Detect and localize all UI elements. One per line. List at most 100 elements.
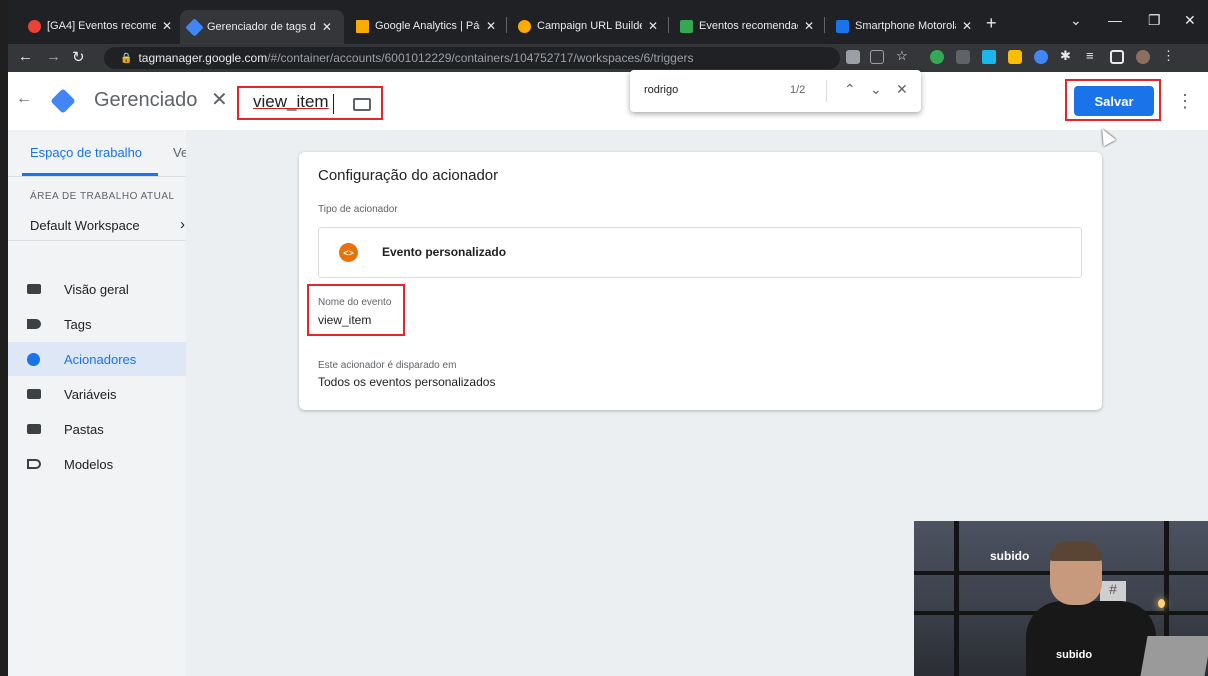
card-title: Configuração do acionador bbox=[318, 167, 499, 184]
event-name-label: Nome do evento bbox=[318, 297, 392, 308]
trigger-type-label: Tipo de acionador bbox=[318, 204, 398, 215]
reload-icon[interactable]: ↻ bbox=[72, 48, 85, 66]
sidebar-item-variables[interactable]: Variáveis bbox=[8, 377, 186, 411]
app-window: [GA4] Eventos recome ✕ Gerenciador de ta… bbox=[8, 0, 1208, 676]
presenter-hair bbox=[1050, 541, 1102, 561]
find-divider bbox=[826, 80, 827, 102]
trigger-icon bbox=[27, 352, 40, 366]
event-name-value: view_item bbox=[318, 313, 372, 327]
folder-icon[interactable] bbox=[353, 98, 371, 111]
tab-search-icon[interactable]: ⌄ bbox=[1070, 12, 1082, 29]
trigger-config-card[interactable]: Configuração do acionador Tipo de aciona… bbox=[299, 152, 1102, 410]
sidebar-item-tags[interactable]: Tags bbox=[8, 307, 186, 341]
extension-tag-icon[interactable] bbox=[956, 50, 970, 64]
sidebar-item-label: Tags bbox=[64, 316, 92, 332]
find-count: 1/2 bbox=[790, 84, 806, 96]
divider bbox=[8, 240, 186, 241]
address-bar[interactable]: 🔒 tagmanager.google.com /#/container/acc… bbox=[104, 47, 840, 69]
browser-tab[interactable]: [GA4] Eventos recome ✕ bbox=[20, 12, 180, 40]
extension-yellow-icon[interactable] bbox=[1008, 50, 1022, 64]
browser-tab-strip: [GA4] Eventos recome ✕ Gerenciador de ta… bbox=[8, 0, 1208, 44]
chevron-right-icon[interactable]: › bbox=[180, 216, 185, 233]
close-tab-icon[interactable]: ✕ bbox=[486, 19, 496, 33]
back-arrow-icon[interactable]: ← bbox=[16, 90, 32, 108]
sidebar-item-folders[interactable]: Pastas bbox=[8, 412, 186, 446]
sidebar-item-overview[interactable]: Visão geral bbox=[8, 272, 186, 306]
close-window-icon[interactable]: ✕ bbox=[1184, 12, 1196, 29]
bookmark-star-icon[interactable]: ☆ bbox=[896, 48, 910, 63]
sidebar-item-label: Variáveis bbox=[64, 386, 117, 402]
more-options-icon[interactable]: ⋮ bbox=[1176, 91, 1194, 112]
browser-tab[interactable]: Google Analytics | Pág ✕ bbox=[348, 12, 504, 40]
find-bar: rodrigo 1/2 ⌃ ⌄ ✕ bbox=[630, 70, 921, 112]
find-previous-icon[interactable]: ⌃ bbox=[844, 81, 856, 98]
browser-tab-active[interactable]: Gerenciador de tags d ✕ bbox=[180, 10, 344, 44]
custom-event-icon: <> bbox=[339, 243, 358, 262]
workspace-selector[interactable]: Default Workspace bbox=[30, 218, 140, 233]
shirt-logo: subido bbox=[1056, 649, 1093, 661]
find-close-icon[interactable]: ✕ bbox=[896, 81, 908, 98]
divider bbox=[8, 176, 186, 177]
browser-tab[interactable]: Smartphone Motorola ✕ bbox=[828, 12, 980, 40]
trigger-name-highlight: view_item bbox=[237, 86, 383, 120]
laptop bbox=[1140, 636, 1208, 676]
close-tab-icon[interactable]: ✕ bbox=[648, 19, 658, 33]
close-tab-icon[interactable]: ✕ bbox=[962, 19, 972, 33]
browser-tab[interactable]: Eventos recomendado ✕ bbox=[672, 12, 822, 40]
gtm-logo-icon bbox=[50, 88, 76, 114]
tab-title: [GA4] Eventos recome bbox=[47, 20, 156, 32]
gtm-favicon-icon bbox=[185, 17, 204, 37]
new-tab-button[interactable]: + bbox=[986, 13, 997, 34]
browser-toolbar: ← → ↻ 🔒 tagmanager.google.com /#/contain… bbox=[8, 44, 1208, 72]
browser-menu-icon[interactable]: ⋮ bbox=[1162, 48, 1176, 63]
close-tab-icon[interactable]: ✕ bbox=[804, 19, 814, 33]
close-tab-icon[interactable]: ✕ bbox=[162, 19, 172, 33]
profile-avatar[interactable] bbox=[1136, 50, 1150, 64]
browser-tab[interactable]: Campaign URL Builde ✕ bbox=[510, 12, 666, 40]
tab-title: Gerenciador de tags d bbox=[207, 21, 316, 33]
sidebar: Espaço de trabalho Ve ÁREA DE TRABALHO A… bbox=[8, 130, 188, 676]
presenter-body: subido bbox=[1026, 601, 1156, 676]
restore-icon[interactable]: ❐ bbox=[1148, 12, 1161, 29]
side-panel-icon[interactable] bbox=[1110, 50, 1124, 64]
back-arrow-icon[interactable]: ← bbox=[18, 48, 33, 65]
tab-title: Smartphone Motorola bbox=[855, 20, 956, 32]
extensions-puzzle-icon[interactable]: ✱ bbox=[1060, 48, 1074, 63]
variable-icon bbox=[27, 389, 41, 399]
folder-icon bbox=[27, 284, 41, 294]
app-header: ← Gerenciado ✕ view_item Salvar ⋮ bbox=[8, 72, 1208, 130]
tab-title: Campaign URL Builde bbox=[537, 20, 642, 32]
share-icon[interactable] bbox=[870, 50, 884, 64]
extension-blue-icon[interactable] bbox=[1034, 50, 1048, 64]
lock-icon: 🔒 bbox=[120, 52, 133, 64]
trigger-name-input[interactable]: view_item bbox=[253, 92, 329, 112]
extension-vimeo-icon[interactable] bbox=[982, 50, 996, 64]
sidebar-item-label: Pastas bbox=[64, 421, 104, 437]
find-input[interactable]: rodrigo bbox=[644, 84, 678, 96]
save-highlight: Salvar bbox=[1065, 79, 1161, 121]
find-next-icon[interactable]: ⌄ bbox=[870, 81, 882, 98]
find-icon[interactable] bbox=[846, 50, 860, 64]
tab-title: Google Analytics | Pág bbox=[375, 20, 480, 32]
forward-arrow-icon[interactable]: → bbox=[46, 48, 61, 65]
extension-check-icon[interactable] bbox=[930, 50, 944, 64]
tab-separator bbox=[824, 17, 825, 33]
analytics-favicon-icon bbox=[356, 19, 369, 33]
ml-favicon-icon bbox=[836, 19, 849, 33]
tab-separator bbox=[506, 17, 507, 33]
url-path: /#/container/accounts/6001012229/contain… bbox=[267, 51, 694, 65]
sidebar-item-triggers[interactable]: Acionadores bbox=[8, 342, 186, 376]
close-tab-icon[interactable]: ✕ bbox=[322, 20, 332, 34]
media-control-icon[interactable]: ≡ bbox=[1086, 48, 1100, 63]
code-favicon-icon bbox=[680, 19, 693, 33]
url-domain: tagmanager.google.com bbox=[138, 51, 268, 65]
sidebar-item-templates[interactable]: Modelos bbox=[8, 447, 186, 481]
tab-title: Eventos recomendado bbox=[699, 20, 798, 32]
save-button[interactable]: Salvar bbox=[1074, 86, 1154, 116]
sidebar-item-label: Acionadores bbox=[64, 351, 137, 367]
trigger-type-box[interactable]: <> Evento personalizado bbox=[318, 227, 1082, 278]
tab-workspace[interactable]: Espaço de trabalho bbox=[30, 145, 142, 160]
google-favicon-icon bbox=[28, 19, 41, 33]
minimize-icon[interactable]: — bbox=[1108, 12, 1122, 28]
close-panel-icon[interactable]: ✕ bbox=[211, 87, 228, 112]
